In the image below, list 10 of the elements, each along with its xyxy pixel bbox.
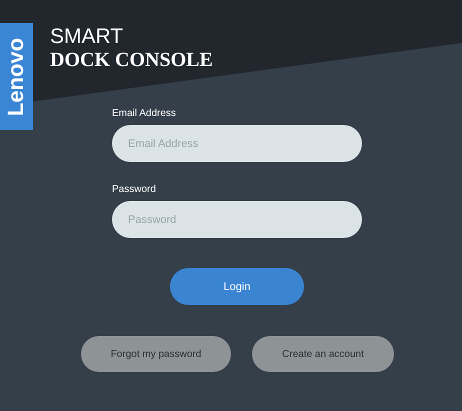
password-field[interactable]: Password	[112, 201, 362, 238]
forgot-password-button[interactable]: Forgot my password	[81, 336, 231, 372]
login-button[interactable]: Login	[170, 268, 304, 305]
app-subtitle: DOCK CONSOLE	[50, 48, 213, 72]
field-label: Password	[112, 184, 157, 195]
app-title: SMART	[50, 26, 124, 48]
create-account-button[interactable]: Create an account	[252, 336, 394, 372]
email-field[interactable]: Email Address	[112, 125, 362, 162]
logo: Lenovo	[0, 23, 33, 130]
field-label: Email Address	[112, 108, 177, 119]
